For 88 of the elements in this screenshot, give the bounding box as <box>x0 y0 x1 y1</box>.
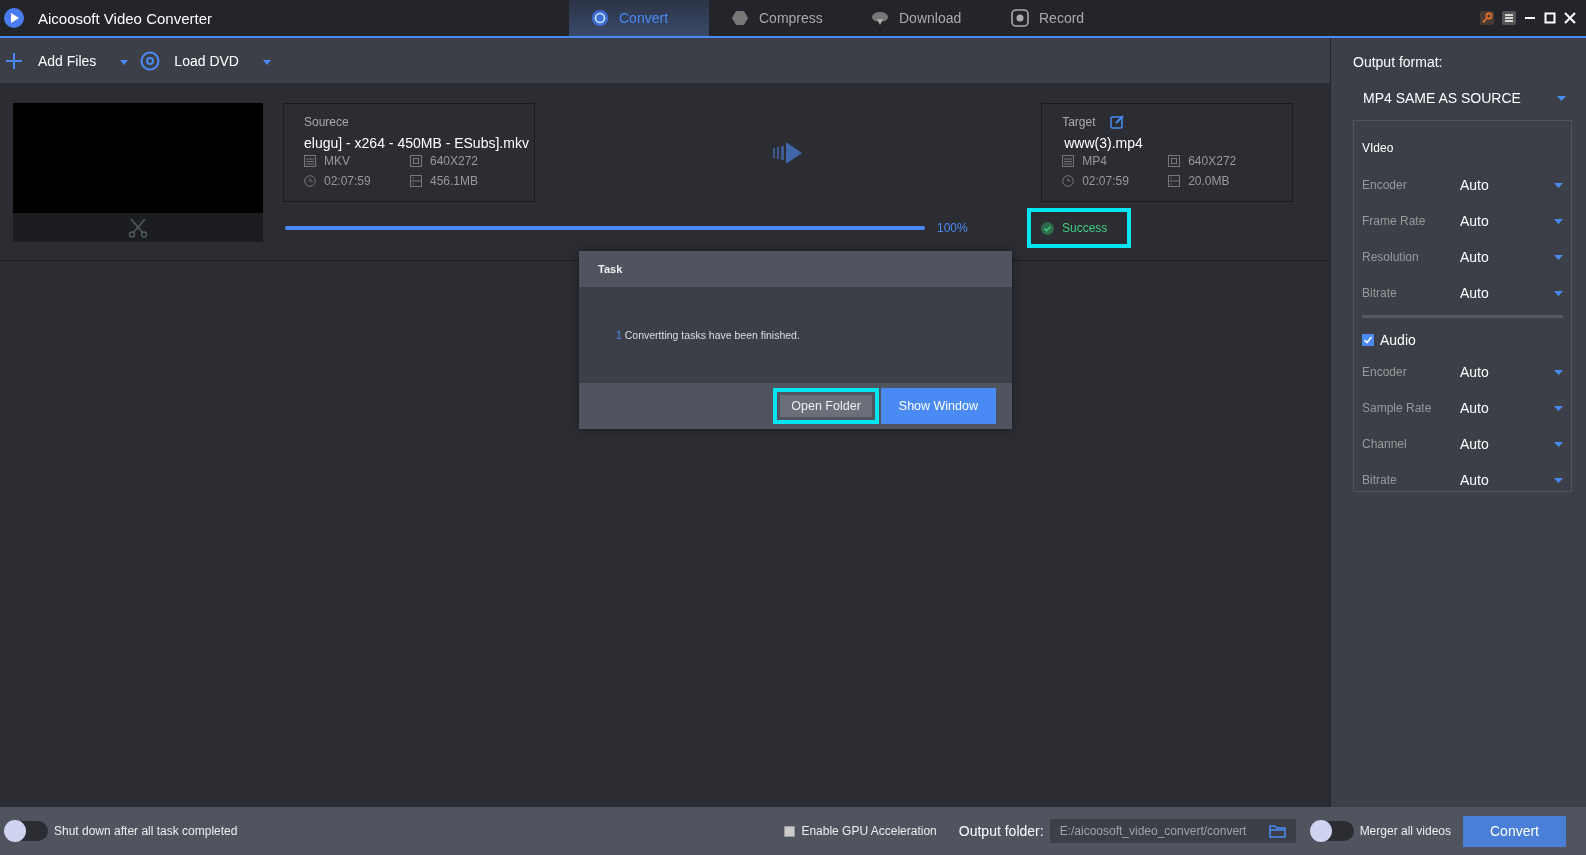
folder-icon[interactable] <box>1268 824 1286 838</box>
setting-label: Channel <box>1362 437 1408 451</box>
app-title: Aicoosoft Video Converter <box>38 9 212 27</box>
dialog-button[interactable]: Open Folder <box>773 388 879 424</box>
tab[interactable]: Compress <box>709 0 849 36</box>
gpu-checkbox[interactable] <box>784 825 796 837</box>
gpu-label: Enable GPU Acceleration <box>801 824 937 838</box>
setting-label: Resolution <box>1362 250 1420 264</box>
file-resolution: 640X272 <box>1188 154 1237 168</box>
setting-dropdown[interactable]: Auto <box>1460 213 1563 229</box>
disc-icon[interactable] <box>140 50 161 71</box>
clock-icon <box>304 175 316 187</box>
shutdown-toggle[interactable] <box>4 821 48 841</box>
setting-dropdown[interactable]: Auto <box>1460 436 1563 452</box>
dialog-message: 1 Convertting tasks have been finished. <box>616 329 800 341</box>
file-size: 456.1MB <box>430 174 479 188</box>
resolution-icon <box>410 155 422 167</box>
status-label: Success <box>1027 208 1132 248</box>
scissors-icon[interactable] <box>128 217 148 238</box>
edit-icon[interactable] <box>1109 115 1124 129</box>
caret-icon[interactable] <box>1554 182 1563 188</box>
resolution-icon <box>1168 155 1181 167</box>
output-format-dropdown[interactable]: MP4 SAME AS SOURCE <box>1353 90 1572 106</box>
file-format: MP4 <box>1082 154 1107 168</box>
record-icon[interactable] <box>1011 9 1029 27</box>
file-resolution: 640X272 <box>430 154 479 168</box>
setting-dropdown[interactable]: Auto <box>1460 285 1563 301</box>
setting-label: Sample Rate <box>1362 401 1433 415</box>
convert-icon[interactable] <box>591 9 609 27</box>
tab[interactable]: Download <box>849 0 989 36</box>
convert-arrow-icon <box>773 141 803 164</box>
caret-icon[interactable] <box>1554 369 1563 375</box>
file-duration: 02:07:59 <box>1082 174 1129 188</box>
menu-icon[interactable] <box>1502 11 1516 25</box>
caret-icon[interactable] <box>1554 218 1563 224</box>
file-size-icon <box>1168 175 1181 187</box>
audio-section-heading: Audio <box>1380 332 1416 348</box>
caret-icon[interactable] <box>1554 254 1563 260</box>
setting-dropdown[interactable]: Auto <box>1460 249 1563 265</box>
output-folder-label: Output folder: <box>958 823 1044 839</box>
maximize-icon[interactable] <box>1544 12 1556 24</box>
file-name: www(3).mp4 <box>1063 135 1144 151</box>
convert-button[interactable]: Convert <box>1463 815 1566 847</box>
progress-percent: 100% <box>937 221 969 235</box>
video-section-heading: VIdeo <box>1362 141 1395 155</box>
setting-dropdown[interactable]: Auto <box>1460 400 1563 416</box>
toolbar-button[interactable]: Load DVD <box>140 50 253 71</box>
setting-dropdown[interactable]: Auto <box>1460 177 1563 193</box>
hexagon-icon[interactable] <box>731 9 749 27</box>
file-size-icon <box>410 175 422 187</box>
dropdown-caret-icon[interactable] <box>120 60 129 65</box>
dropdown-caret-icon[interactable] <box>262 60 271 65</box>
merge-toggle[interactable] <box>1309 821 1354 841</box>
caret-icon[interactable] <box>1554 290 1563 296</box>
file-format: MKV <box>324 154 350 168</box>
setting-label: Bitrate <box>1362 473 1398 487</box>
audio-checkbox[interactable] <box>1362 334 1374 346</box>
output-format-label: Output format: <box>1353 54 1444 70</box>
toolbar-button[interactable]: Add Files <box>4 50 111 71</box>
file-format-icon <box>304 155 316 167</box>
merge-label: Merger all videos <box>1359 824 1451 838</box>
key-icon[interactable] <box>1480 11 1494 25</box>
cloud-download-icon[interactable] <box>871 9 889 27</box>
caret-icon[interactable] <box>1554 405 1563 411</box>
setting-label: Encoder <box>1362 178 1408 192</box>
dialog-title: Task <box>598 263 623 275</box>
clock-icon <box>1062 175 1075 187</box>
file-name: elugu] - x264 - 450MB - ESubs].mkv <box>304 135 530 151</box>
output-folder-field[interactable]: E:/aicoosoft_video_convert/convert <box>1049 819 1296 843</box>
file-format-icon <box>1062 155 1075 167</box>
shutdown-label: Shut down after all task completed <box>54 824 238 838</box>
plus-icon[interactable] <box>4 50 24 71</box>
setting-dropdown[interactable]: Auto <box>1460 472 1563 488</box>
close-icon[interactable] <box>1564 12 1576 24</box>
file-size: 20.0MB <box>1188 174 1230 188</box>
caret-icon[interactable] <box>1557 95 1566 101</box>
setting-label: Encoder <box>1362 365 1408 379</box>
check-circle-icon <box>1041 221 1054 235</box>
setting-label: Frame Rate <box>1362 214 1427 228</box>
setting-label: Bitrate <box>1362 286 1398 300</box>
file-heading: Sourece <box>304 115 349 129</box>
file-duration: 02:07:59 <box>324 174 371 188</box>
caret-icon[interactable] <box>1554 441 1563 447</box>
app-logo-icon <box>4 8 24 28</box>
setting-dropdown[interactable]: Auto <box>1460 364 1563 380</box>
caret-icon[interactable] <box>1554 477 1563 483</box>
tab[interactable]: Record <box>989 0 1129 36</box>
file-heading: Target <box>1062 115 1096 129</box>
